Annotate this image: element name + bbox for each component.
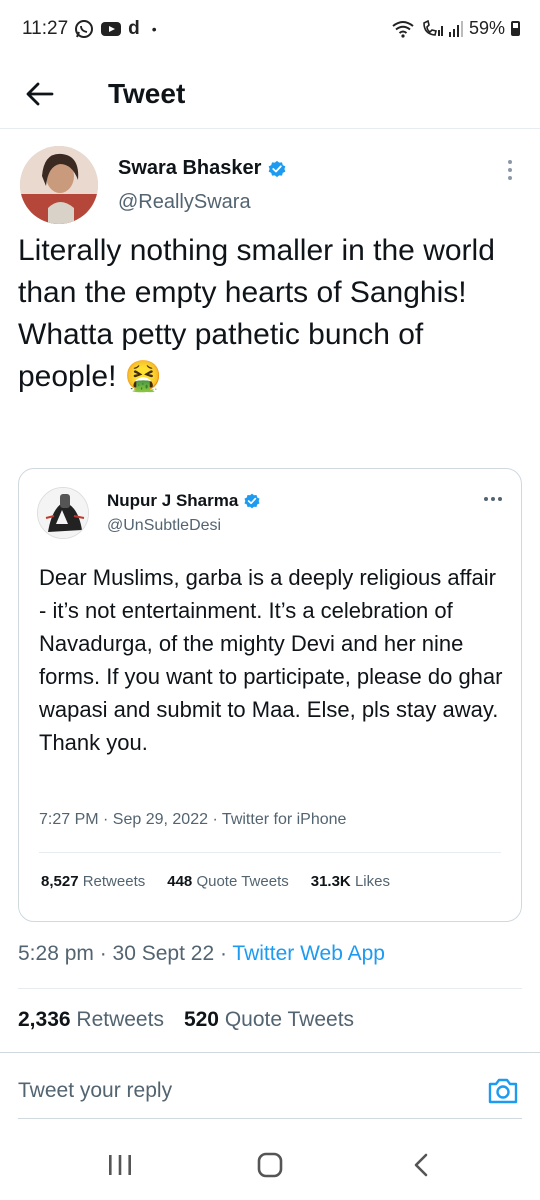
- stat-count: 2,336: [18, 1008, 71, 1031]
- clock: 11:27: [22, 18, 69, 39]
- home-icon: [257, 1152, 283, 1178]
- stat-label: Quote Tweets: [224, 1008, 355, 1031]
- quoted-author-avatar[interactable]: [37, 487, 89, 539]
- quoted-tweet-meta: 7:27 PM · Sep 29, 2022 · Twitter for iPh…: [39, 811, 347, 828]
- arrow-left-icon: [26, 82, 54, 106]
- tweet-timestamp: 5:28 pm · 30 Sept 22 · Twitter Web App: [18, 942, 385, 966]
- verified-badge-icon: [269, 160, 286, 177]
- divider: [0, 1052, 540, 1053]
- system-navigation-bar: [0, 1130, 540, 1200]
- retweets-stat[interactable]: 2,336 Retweets: [18, 1008, 164, 1032]
- quoted-tweet-stats: 8,527 Retweets 448 Quote Tweets 31.3K Li…: [41, 873, 390, 890]
- home-button[interactable]: [252, 1150, 288, 1180]
- chevron-left-icon: [414, 1153, 428, 1177]
- wifi-icon: [392, 20, 414, 38]
- divider: [18, 988, 522, 989]
- stat-label: Likes: [354, 873, 390, 890]
- tweet-text-line: Whatta petty pathetic bunch of people! 🤮: [18, 318, 424, 393]
- divider: [39, 852, 501, 853]
- recent-apps-button[interactable]: [102, 1150, 138, 1180]
- call-signal-icon: [423, 19, 443, 36]
- battery-icon: [511, 21, 520, 36]
- battery-percent: 59%: [468, 18, 505, 38]
- nav-back-button[interactable]: [404, 1150, 440, 1180]
- tweet-text-line: Literally nothing smaller in the world t…: [18, 234, 495, 309]
- quoted-retweets-stat[interactable]: 8,527 Retweets: [41, 873, 145, 890]
- stat-label: Quote Tweets: [196, 873, 289, 890]
- tweet-text: Literally nothing smaller in the world t…: [18, 230, 523, 398]
- signal-icon: [448, 20, 463, 37]
- source-app-link[interactable]: Twitter Web App: [232, 942, 385, 965]
- more-icon[interactable]: [481, 493, 505, 505]
- author-avatar[interactable]: [20, 146, 98, 224]
- top-app-bar: Tweet: [0, 60, 540, 129]
- stat-count: 520: [183, 1008, 219, 1031]
- status-bar-right: 59%: [391, 18, 520, 39]
- author-name[interactable]: Swara Bhasker: [118, 157, 287, 180]
- recent-apps-icon: [109, 1155, 131, 1175]
- status-dot: •: [151, 21, 157, 37]
- timestamp-text: 5:28 pm · 30 Sept 22 ·: [18, 942, 233, 965]
- tweet-stats: 2,336 Retweets 520 Quote Tweets: [18, 1008, 354, 1032]
- avatar-image: [38, 488, 88, 538]
- quoted-quotes-stat[interactable]: 448 Quote Tweets: [167, 873, 288, 890]
- status-bar: 11:27 d • 59%: [0, 0, 540, 60]
- quotes-stat[interactable]: 520 Quote Tweets: [184, 1008, 354, 1032]
- reply-input[interactable]: [18, 1070, 458, 1112]
- camera-button[interactable]: [486, 1074, 520, 1108]
- verified-badge-icon: [244, 493, 260, 509]
- quoted-author-handle[interactable]: @UnSubtleDesi: [107, 517, 221, 535]
- divider: [18, 1118, 522, 1119]
- author-name-text: Swara Bhasker: [118, 157, 262, 179]
- stat-count: 448: [167, 873, 193, 890]
- avatar-image: [20, 146, 98, 224]
- more-icon[interactable]: [500, 156, 520, 186]
- camera-icon: [488, 1078, 518, 1104]
- stat-count: 31.3K: [310, 873, 351, 890]
- whatsapp-icon: [75, 20, 94, 38]
- stat-label: Retweets: [82, 873, 146, 890]
- status-d-label: d: [128, 18, 140, 39]
- stat-label: Retweets: [76, 1008, 164, 1031]
- stat-count: 8,527: [41, 873, 79, 890]
- status-bar-left: 11:27 d •: [22, 18, 157, 40]
- quoted-author-name[interactable]: Nupur J Sharma: [107, 491, 261, 511]
- quoted-likes-stat[interactable]: 31.3K Likes: [311, 873, 390, 890]
- author-handle[interactable]: @ReallySwara: [118, 191, 251, 214]
- quoted-author-name-text: Nupur J Sharma: [107, 491, 239, 510]
- quoted-tweet-card[interactable]: Nupur J Sharma @UnSubtleDesi Dear Muslim…: [18, 468, 522, 922]
- page-title: Tweet: [108, 78, 186, 109]
- youtube-icon: [101, 22, 122, 36]
- quoted-tweet-text: Dear Muslims, garba is a deeply religiou…: [39, 565, 503, 755]
- back-button[interactable]: [24, 76, 64, 112]
